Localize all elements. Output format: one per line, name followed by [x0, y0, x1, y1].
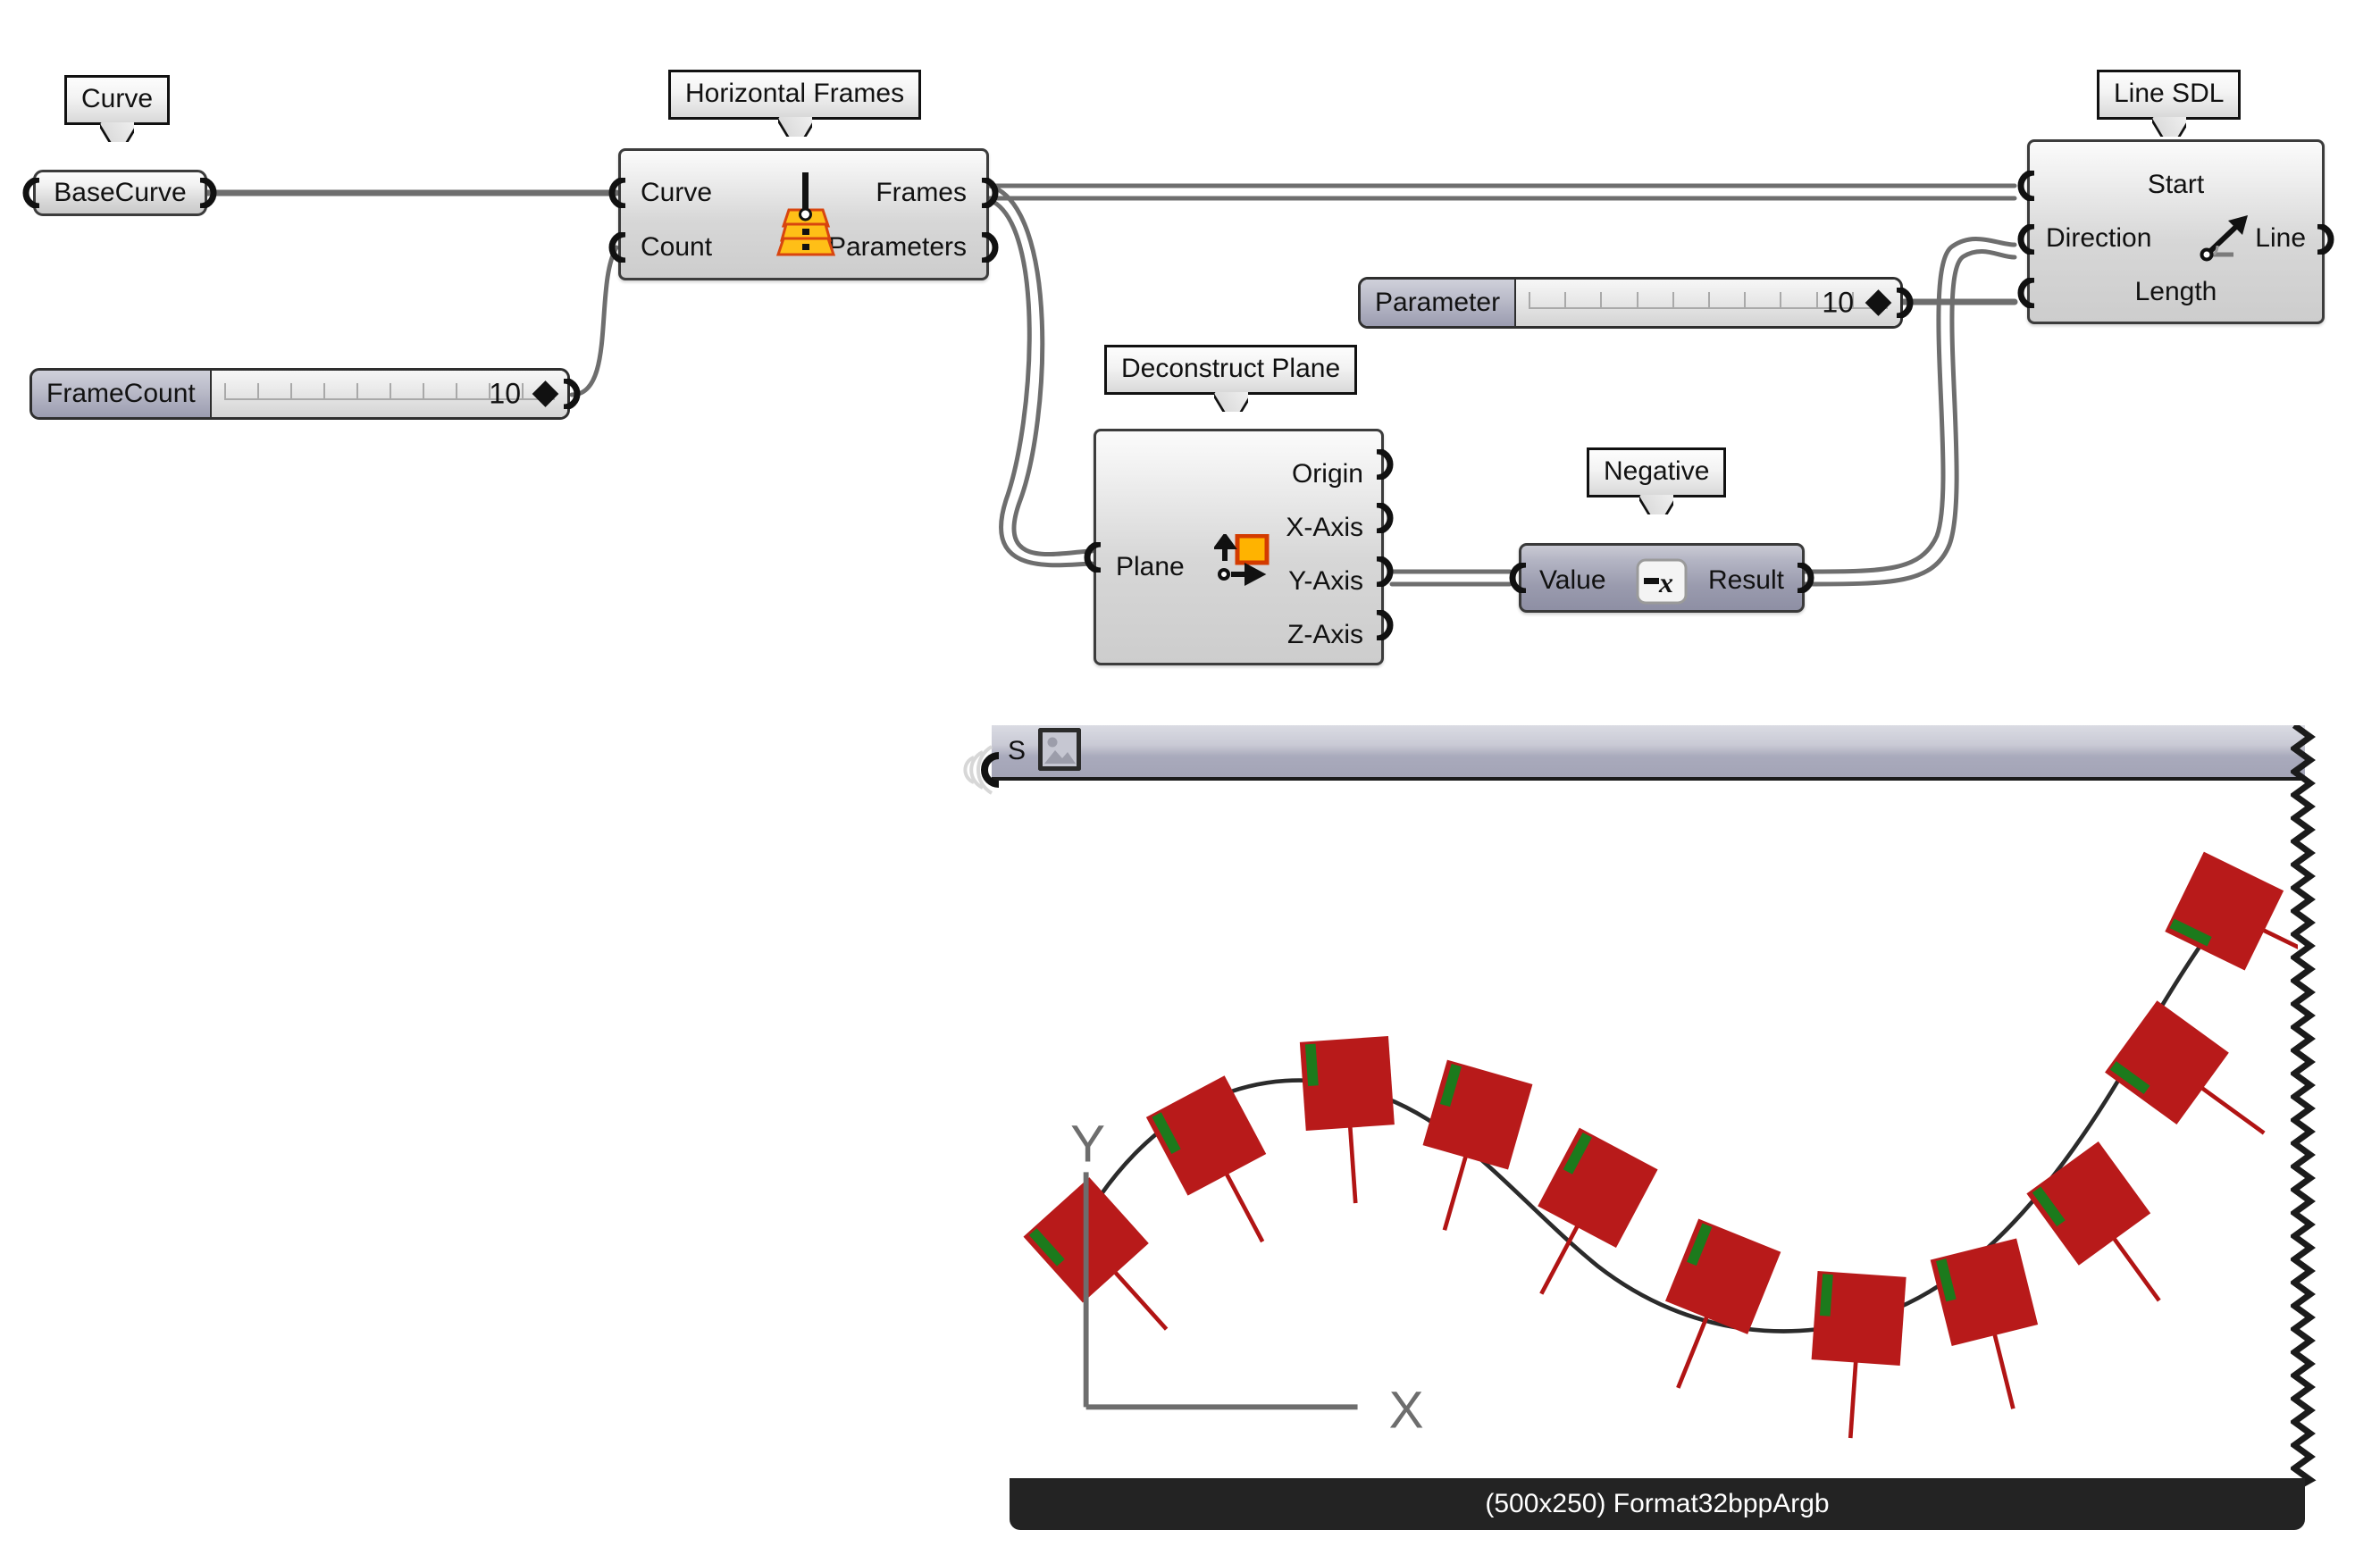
hf-input-curve-label: Curve [641, 178, 713, 207]
callout-tail [1214, 392, 1248, 412]
callout-tail [778, 117, 812, 137]
svg-text:x: x [1658, 566, 1673, 598]
dp-output-x-axis-label: X-Axis [1286, 513, 1363, 542]
dp-plane-input-grip[interactable] [1081, 542, 1104, 573]
hf-curve-input-grip[interactable] [606, 178, 629, 208]
callout-deconstruct-plane-label: Deconstruct Plane [1121, 354, 1341, 383]
callout-tail [100, 122, 134, 142]
base-curve-label: BaseCurve [54, 178, 187, 207]
axis-x-label: X [1389, 1382, 1424, 1440]
panel-sawtooth-edge [2289, 723, 2317, 1492]
neg-result-output-grip[interactable] [1794, 563, 1817, 593]
frame-count-slider-label[interactable]: FrameCount [32, 371, 212, 417]
line-sdl-arrow-icon [2198, 212, 2253, 263]
frame-count-slider-track[interactable]: 10 [211, 371, 567, 417]
image-panel-header[interactable]: S [992, 725, 2305, 781]
callout-curve: Curve [64, 75, 171, 125]
hf-parameters-output-grip[interactable] [978, 232, 1001, 263]
neg-input-value-label: Value [1539, 565, 1606, 595]
frame-count-slider[interactable]: FrameCount 10 [29, 368, 570, 420]
picture-icon [1037, 726, 1083, 775]
callout-line-sdl: Line SDL [2097, 70, 2242, 120]
sdl-output-line-label: Line [2255, 223, 2306, 253]
axis-y-label: Y [1070, 1116, 1105, 1174]
line-sdl-component[interactable]: Start Direction Length Line [2027, 139, 2325, 324]
horizontal-frames-icon [775, 172, 837, 262]
hf-input-count-label: Count [641, 232, 713, 262]
hf-count-input-grip[interactable] [606, 232, 629, 263]
callout-line-sdl-label: Line SDL [2114, 79, 2225, 108]
image-panel-status-text: (500x250) Format32bppArgb [1485, 1489, 1830, 1518]
sdl-length-input-grip[interactable] [2015, 278, 2038, 308]
grasshopper-canvas[interactable]: Curve BaseCurve Horizontal Frames Curve … [0, 0, 2380, 1555]
callout-curve-label: Curve [81, 84, 154, 113]
hf-output-frames-label: Frames [876, 178, 967, 207]
callout-horizontal-frames: Horizontal Frames [668, 70, 922, 120]
callout-negative: Negative [1587, 447, 1727, 497]
neg-output-result-label: Result [1707, 565, 1784, 595]
base-curve-input-grip[interactable] [20, 178, 43, 208]
deconstruct-plane-icon [1212, 531, 1270, 586]
sdl-input-start-label: Start [2147, 170, 2205, 199]
hf-output-parameters-label: Parameters [827, 232, 967, 262]
frame-count-slider-value: 10 [489, 377, 521, 410]
sdl-input-length-label: Length [2134, 277, 2217, 306]
negative-component[interactable]: Value Result x [1519, 543, 1805, 613]
wireless-receiver-icon [940, 734, 1011, 806]
image-preview-panel[interactable]: S X Y [992, 723, 2317, 1492]
horizontal-frames-component[interactable]: Curve Count Frames Parameters [618, 148, 989, 280]
dp-y-axis-output-grip[interactable] [1373, 556, 1396, 587]
parameter-slider-label[interactable]: Parameter [1361, 280, 1517, 326]
sdl-direction-input-grip[interactable] [2015, 224, 2038, 255]
sdl-input-direction-label: Direction [2046, 223, 2152, 253]
base-curve-output-grip[interactable] [197, 178, 220, 208]
hf-frames-output-grip[interactable] [978, 178, 1001, 208]
image-panel-status-bar: (500x250) Format32bppArgb [1010, 1478, 2305, 1530]
image-panel-viewport[interactable]: X Y [992, 781, 2305, 1489]
rhino-preview-render: X Y [1023, 851, 2305, 1440]
sdl-line-output-grip[interactable] [2314, 224, 2337, 255]
neg-value-input-grip[interactable] [1506, 563, 1529, 593]
callout-tail [2152, 117, 2186, 137]
callout-deconstruct-plane: Deconstruct Plane [1104, 345, 1358, 395]
dp-output-z-axis-label: Z-Axis [1287, 620, 1363, 649]
frame-count-slider-output-grip[interactable] [560, 379, 583, 409]
deconstruct-plane-component[interactable]: Plane Origin X-Axis Y-Axis Z-Axis [1094, 429, 1384, 665]
negative-x-icon: x [1636, 558, 1688, 605]
dp-output-y-axis-label: Y-Axis [1288, 566, 1363, 596]
sdl-start-input-grip[interactable] [2015, 171, 2038, 201]
callout-horizontal-frames-label: Horizontal Frames [685, 79, 905, 108]
parameter-slider-value: 10 [1822, 286, 1854, 319]
parameter-slider-track[interactable]: 10 [1516, 280, 1900, 326]
callout-tail [1639, 495, 1673, 514]
dp-output-origin-label: Origin [1291, 459, 1363, 489]
base-curve-parameter[interactable]: BaseCurve [33, 170, 207, 216]
dp-z-axis-output-grip[interactable] [1373, 610, 1396, 640]
dp-x-axis-output-grip[interactable] [1373, 503, 1396, 533]
callout-negative-label: Negative [1604, 456, 1710, 486]
parameter-slider[interactable]: Parameter 10 [1358, 277, 1903, 329]
dp-origin-output-grip[interactable] [1373, 449, 1396, 480]
parameter-slider-output-grip[interactable] [1893, 288, 1916, 318]
dp-input-plane-label: Plane [1116, 552, 1185, 581]
